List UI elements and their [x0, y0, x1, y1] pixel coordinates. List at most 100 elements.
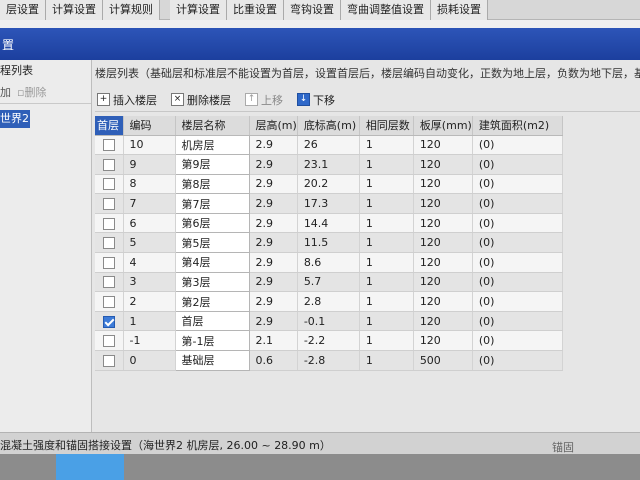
- tab-hook-settings[interactable]: 弯钩设置: [284, 0, 341, 20]
- first-floor-checkbox[interactable]: [103, 354, 115, 367]
- add-project-button[interactable]: 加: [0, 82, 11, 103]
- base-elev-cell[interactable]: 17.3: [297, 193, 360, 214]
- height-cell[interactable]: 2.9: [249, 272, 298, 293]
- first-floor-checkbox[interactable]: [103, 198, 115, 211]
- name-cell[interactable]: 第6层: [174, 212, 250, 234]
- same-count-cell[interactable]: 1: [359, 252, 414, 273]
- area-cell[interactable]: (0): [472, 311, 563, 332]
- area-cell[interactable]: (0): [472, 135, 563, 156]
- first-floor-checkbox[interactable]: [103, 158, 115, 171]
- name-cell[interactable]: 第3层: [174, 271, 250, 293]
- code-cell[interactable]: 10: [123, 135, 176, 156]
- col-header-code[interactable]: 编码: [123, 116, 176, 136]
- name-cell[interactable]: 机房层: [174, 134, 250, 156]
- code-cell[interactable]: 9: [123, 154, 176, 175]
- base-elev-cell[interactable]: -2.8: [297, 350, 360, 371]
- move-up-button[interactable]: ↑ 上移: [245, 92, 283, 108]
- area-cell[interactable]: (0): [472, 154, 563, 175]
- tab-loss-settings[interactable]: 损耗设置: [431, 0, 488, 20]
- table-row[interactable]: 3 第3层 2.9 5.7 1 120 (0): [95, 271, 563, 293]
- slab-cell[interactable]: 120: [413, 174, 473, 195]
- same-count-cell[interactable]: 1: [359, 193, 414, 214]
- first-floor-checkbox[interactable]: [103, 335, 115, 348]
- base-elev-cell[interactable]: 26: [297, 135, 360, 156]
- code-cell[interactable]: 5: [123, 232, 176, 254]
- height-cell[interactable]: 2.9: [249, 154, 298, 175]
- slab-cell[interactable]: 120: [413, 193, 473, 214]
- same-count-cell[interactable]: 1: [359, 330, 414, 352]
- table-row[interactable]: 9 第9层 2.9 23.1 1 120 (0): [95, 154, 563, 175]
- project-list-item-selected[interactable]: 世界2: [0, 110, 30, 128]
- base-elev-cell[interactable]: 11.5: [297, 232, 360, 254]
- col-header-same-count[interactable]: 相同层数: [359, 116, 414, 136]
- delete-project-button[interactable]: ▫删除: [17, 82, 46, 103]
- code-cell[interactable]: 1: [123, 311, 176, 332]
- table-row[interactable]: 6 第6层 2.9 14.4 1 120 (0): [95, 212, 563, 234]
- insert-floor-button[interactable]: + 插入楼层: [97, 92, 157, 108]
- table-row[interactable]: -1 第-1层 2.1 -2.2 1 120 (0): [95, 330, 563, 352]
- col-header-first-floor[interactable]: 首层: [95, 116, 124, 136]
- height-cell[interactable]: 2.9: [249, 213, 298, 234]
- same-count-cell[interactable]: 1: [359, 135, 414, 156]
- area-cell[interactable]: (0): [472, 174, 563, 195]
- area-cell[interactable]: (0): [472, 252, 563, 273]
- first-floor-checkbox[interactable]: [103, 237, 115, 250]
- slab-cell[interactable]: 120: [413, 135, 473, 156]
- base-elev-cell[interactable]: 2.8: [297, 291, 360, 312]
- area-cell[interactable]: (0): [472, 330, 563, 352]
- same-count-cell[interactable]: 1: [359, 291, 414, 312]
- slab-cell[interactable]: 500: [413, 350, 473, 371]
- name-cell[interactable]: 基础层: [174, 350, 250, 371]
- base-elev-cell[interactable]: 8.6: [297, 252, 360, 273]
- height-cell[interactable]: 2.9: [249, 291, 298, 312]
- table-row[interactable]: 2 第2层 2.9 2.8 1 120 (0): [95, 291, 563, 312]
- first-floor-checkbox[interactable]: [103, 315, 115, 328]
- tab-floor-settings[interactable]: 层设置: [0, 0, 46, 20]
- first-floor-checkbox[interactable]: [103, 296, 115, 309]
- base-elev-cell[interactable]: 14.4: [297, 213, 360, 234]
- same-count-cell[interactable]: 1: [359, 213, 414, 234]
- slab-cell[interactable]: 120: [413, 311, 473, 332]
- code-cell[interactable]: 2: [123, 291, 176, 312]
- name-cell[interactable]: 第-1层: [174, 330, 250, 352]
- col-header-name[interactable]: 楼层名称: [175, 116, 250, 136]
- same-count-cell[interactable]: 1: [359, 232, 414, 254]
- table-row[interactable]: 1 首层 2.9 -0.1 1 120 (0): [95, 310, 563, 332]
- area-cell[interactable]: (0): [472, 291, 563, 312]
- code-cell[interactable]: 4: [123, 252, 176, 273]
- code-cell[interactable]: 8: [123, 174, 176, 195]
- code-cell[interactable]: 3: [123, 272, 176, 293]
- table-row[interactable]: 7 第7层 2.9 17.3 1 120 (0): [95, 193, 563, 214]
- height-cell[interactable]: 2.9: [249, 232, 298, 254]
- same-count-cell[interactable]: 1: [359, 174, 414, 195]
- area-cell[interactable]: (0): [472, 232, 563, 254]
- area-cell[interactable]: (0): [472, 272, 563, 293]
- area-cell[interactable]: (0): [472, 193, 563, 214]
- height-cell[interactable]: 0.6: [249, 350, 298, 371]
- height-cell[interactable]: 2.9: [249, 174, 298, 195]
- tab-weight-settings[interactable]: 比重设置: [227, 0, 284, 20]
- col-header-base-elev[interactable]: 底标高(m): [297, 116, 360, 136]
- name-cell[interactable]: 首层: [174, 310, 250, 332]
- table-row[interactable]: 10 机房层 2.9 26 1 120 (0): [95, 134, 563, 156]
- name-cell[interactable]: 第2层: [174, 291, 250, 312]
- name-cell[interactable]: 第5层: [174, 232, 250, 254]
- code-cell[interactable]: 7: [123, 193, 176, 214]
- code-cell[interactable]: 6: [123, 213, 176, 234]
- tab-calc-settings[interactable]: 计算设置: [46, 0, 103, 20]
- height-cell[interactable]: 2.9: [249, 135, 298, 156]
- first-floor-checkbox[interactable]: [103, 178, 115, 191]
- base-elev-cell[interactable]: -0.1: [297, 311, 360, 332]
- bottom-action-button[interactable]: [56, 454, 124, 480]
- first-floor-checkbox[interactable]: [103, 217, 115, 230]
- first-floor-checkbox[interactable]: [103, 256, 115, 269]
- table-row[interactable]: 4 第4层 2.9 8.6 1 120 (0): [95, 252, 563, 273]
- first-floor-checkbox[interactable]: [103, 139, 115, 152]
- name-cell[interactable]: 第7层: [174, 193, 250, 214]
- col-header-slab[interactable]: 板厚(mm): [413, 116, 473, 136]
- same-count-cell[interactable]: 1: [359, 272, 414, 293]
- table-row[interactable]: 8 第8层 2.9 20.2 1 120 (0): [95, 173, 563, 195]
- height-cell[interactable]: 2.1: [249, 330, 298, 352]
- tab-calc-rules[interactable]: 计算规则: [103, 0, 160, 20]
- tab-calc-settings-2[interactable]: 计算设置: [170, 0, 227, 20]
